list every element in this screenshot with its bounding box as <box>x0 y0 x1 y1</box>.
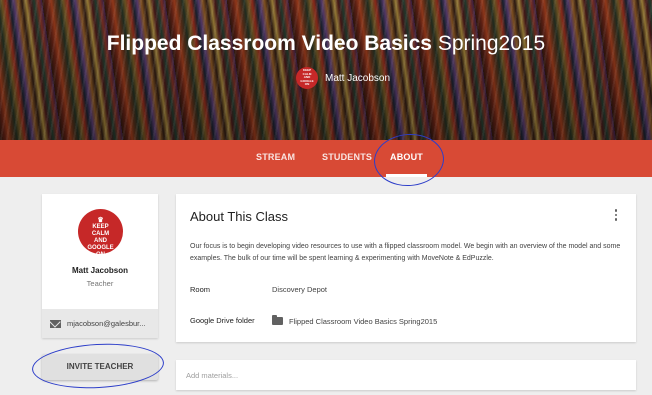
owner-name: Matt Jacobson <box>325 72 391 84</box>
drive-folder-label: Google Drive folder <box>190 316 255 325</box>
room-label: Room <box>190 285 211 294</box>
avatar-text-line: AND <box>94 238 107 244</box>
class-title-name: Flipped Classroom Video Basics <box>106 32 432 55</box>
more-vert-icon[interactable] <box>614 209 618 223</box>
about-card: About This Class Our focus is to begin d… <box>176 194 636 342</box>
teacher-avatar: ♛ KEEP CALM AND GOOGLE ON <box>78 209 123 258</box>
teacher-name: Matt Jacobson <box>71 266 128 275</box>
teacher-email[interactable]: mjacobson@galesbur... <box>67 319 146 328</box>
class-owner[interactable]: KEEP CALM AND GOOGLE ON Matt Jacobson <box>296 66 390 90</box>
about-title: About This Class <box>190 209 289 224</box>
class-title: Flipped Classroom Video Basics Spring201… <box>0 32 652 56</box>
avatar-text-line: ON <box>96 252 105 258</box>
teacher-role: Teacher <box>86 279 114 288</box>
room-value: Discovery Depot <box>272 285 328 294</box>
add-materials-box <box>176 360 636 390</box>
tab-about[interactable]: ABOUT <box>386 140 427 177</box>
invite-teacher-button[interactable]: INVITE TEACHER <box>42 354 158 380</box>
tab-students[interactable]: STUDENTS <box>322 140 372 177</box>
tab-bar: STREAM STUDENTS ABOUT <box>0 140 652 177</box>
folder-icon <box>272 315 283 325</box>
teacher-email-row[interactable]: mjacobson@galesbur... <box>42 309 158 338</box>
class-title-term: Spring2015 <box>437 32 546 55</box>
drive-folder-link[interactable]: Flipped Classroom Video Basics Spring201… <box>289 317 437 326</box>
owner-avatar: KEEP CALM AND GOOGLE ON <box>296 67 318 89</box>
avatar-text-line: GOOGLE <box>87 245 114 251</box>
about-description: Our focus is to begin developing video r… <box>190 243 621 262</box>
mail-icon <box>50 319 61 328</box>
teacher-card: ♛ KEEP CALM AND GOOGLE ON Matt Jacobson … <box>42 194 158 338</box>
tab-stream[interactable]: STREAM <box>256 140 295 177</box>
avatar-text-line: CALM <box>91 231 110 237</box>
add-materials-input[interactable] <box>186 368 616 382</box>
avatar-text-line: KEEP <box>92 224 109 230</box>
